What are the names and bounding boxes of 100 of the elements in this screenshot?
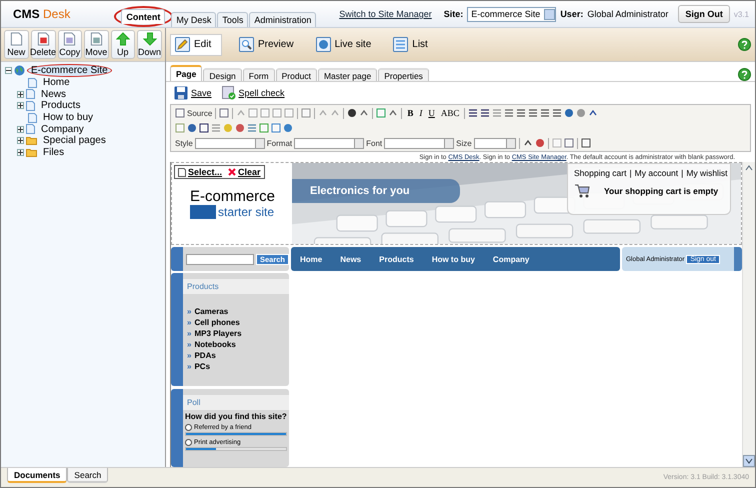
action-link[interactable]: Save: [174, 86, 212, 100]
toolbar-button[interactable]: Copy: [58, 30, 82, 59]
panel-title: Poll: [183, 395, 289, 410]
page-tab[interactable]: Master page: [318, 68, 378, 81]
expand-icon[interactable]: [17, 126, 24, 133]
banner-title: Electronics for you: [292, 179, 460, 203]
dropdown-field[interactable]: [194, 138, 265, 148]
toolbar-button[interactable]: Move: [84, 30, 108, 59]
scroll-down-icon[interactable]: [743, 455, 755, 467]
collapse-icon[interactable]: [5, 67, 12, 74]
scrollbar[interactable]: [742, 162, 755, 467]
toolbar-button[interactable]: Up: [110, 30, 135, 59]
dropdown-label: Format: [266, 138, 292, 148]
source-button[interactable]: Source: [187, 108, 212, 118]
bullet-list-icon[interactable]: [480, 108, 490, 118]
toolbar-button[interactable]: Delete: [30, 30, 56, 59]
help-icon[interactable]: [738, 38, 751, 51]
up-arrow-icon: [116, 32, 130, 46]
product-link[interactable]: » Cameras: [183, 306, 289, 317]
clear-link[interactable]: Clear: [228, 167, 261, 177]
product-link[interactable]: » MP3 Players: [183, 328, 289, 339]
nav-tab[interactable]: Administration: [249, 12, 316, 27]
panel-tab[interactable]: Search: [67, 468, 108, 483]
align-center-icon[interactable]: [528, 108, 538, 118]
page-icon: [178, 168, 186, 176]
format-button[interactable]: B: [405, 108, 416, 118]
radio-button[interactable]: [185, 439, 192, 446]
product-link[interactable]: » Cell phones: [183, 317, 289, 328]
nav-link[interactable]: News: [340, 254, 362, 264]
help-icon[interactable]: [738, 68, 751, 81]
nav-tab[interactable]: My Desk: [171, 12, 216, 27]
toolbar-button[interactable]: Down: [137, 30, 162, 59]
expand-icon[interactable]: [17, 137, 24, 144]
view-mode-button[interactable]: List: [388, 34, 433, 56]
tree-item[interactable]: Products: [37, 99, 84, 112]
tree-item[interactable]: How to buy: [39, 111, 98, 124]
dropdown-field[interactable]: [474, 138, 516, 148]
radio-button[interactable]: [185, 424, 192, 432]
page-icon: [28, 78, 37, 88]
format-button[interactable]: ABC: [438, 108, 462, 118]
separator-text: |: [629, 168, 632, 178]
close-icon: [228, 168, 236, 176]
page-tab[interactable]: Product: [276, 68, 317, 81]
view-mode-button[interactable]: Preview: [234, 34, 299, 56]
cart-link[interactable]: Shopping cart: [574, 168, 626, 178]
align-left-icon[interactable]: [516, 108, 526, 118]
user-label: User:: [560, 9, 584, 19]
user-name: Global Administrator: [587, 9, 668, 19]
switch-link[interactable]: Switch to Site Manager: [339, 9, 432, 19]
expand-icon[interactable]: [17, 149, 24, 156]
view-mode-button[interactable]: Edit: [170, 34, 222, 56]
separator-text: |: [681, 168, 684, 178]
dropdown-field[interactable]: [384, 138, 454, 148]
action-link[interactable]: Spell check: [222, 86, 285, 100]
folder-icon: [26, 136, 37, 146]
tree-item[interactable]: News: [37, 88, 70, 101]
version-label: v3.1: [734, 10, 749, 18]
move-icon: [90, 32, 103, 46]
tree-item[interactable]: Special pages: [39, 134, 110, 148]
align-right-icon[interactable]: [540, 108, 550, 118]
justify-icon[interactable]: [552, 108, 562, 118]
numbered-list-icon[interactable]: [468, 108, 478, 118]
nav-link[interactable]: Company: [492, 254, 530, 264]
sign-out-button[interactable]: Sign Out: [678, 5, 730, 23]
product-link[interactable]: » PDAs: [183, 350, 289, 361]
view-mode-button[interactable]: Live site: [310, 34, 376, 56]
panel-tab[interactable]: Documents: [7, 468, 68, 483]
tree-item[interactable]: E-commerce Site: [27, 64, 112, 78]
dropdown-field[interactable]: [294, 138, 364, 148]
page-tab[interactable]: Form: [242, 68, 275, 81]
panel-title: Products: [183, 279, 289, 294]
magnifier-icon: [239, 37, 254, 52]
nav-tab[interactable]: Content: [121, 9, 166, 24]
cart-link[interactable]: My wishlist: [686, 168, 728, 178]
toolbar-button[interactable]: New: [4, 30, 28, 59]
product-link[interactable]: » Notebooks: [183, 339, 289, 350]
expand-icon[interactable]: [17, 102, 24, 110]
tree-item[interactable]: Files: [39, 146, 68, 160]
product-link[interactable]: » PCs: [183, 361, 289, 372]
nav-link[interactable]: How to buy: [432, 254, 475, 264]
nav-link[interactable]: Home: [300, 254, 322, 264]
expand-icon[interactable]: [17, 90, 24, 98]
dropdown-label: Font: [366, 138, 382, 148]
select-link[interactable]: Select...: [178, 167, 222, 177]
page-tab[interactable]: Properties: [378, 68, 429, 81]
tree-item[interactable]: Company: [37, 122, 88, 136]
cart-link[interactable]: My account: [634, 168, 678, 178]
dropdown-label: Style: [175, 138, 193, 148]
site-select[interactable]: E-commerce Site: [467, 6, 556, 22]
search-field[interactable]: [186, 254, 254, 264]
dropdown-label: Size: [456, 138, 472, 148]
page-tab[interactable]: Design: [203, 68, 242, 81]
tree-item[interactable]: Home: [39, 76, 74, 90]
poll-question: How did you find this site?: [184, 411, 288, 424]
page-tab[interactable]: Page: [170, 65, 202, 81]
nav-link[interactable]: Products: [379, 254, 414, 264]
nav-tab[interactable]: Tools: [217, 12, 248, 27]
format-button[interactable]: I: [417, 108, 424, 118]
format-button[interactable]: U: [426, 108, 437, 118]
page-icon: [26, 100, 35, 111]
